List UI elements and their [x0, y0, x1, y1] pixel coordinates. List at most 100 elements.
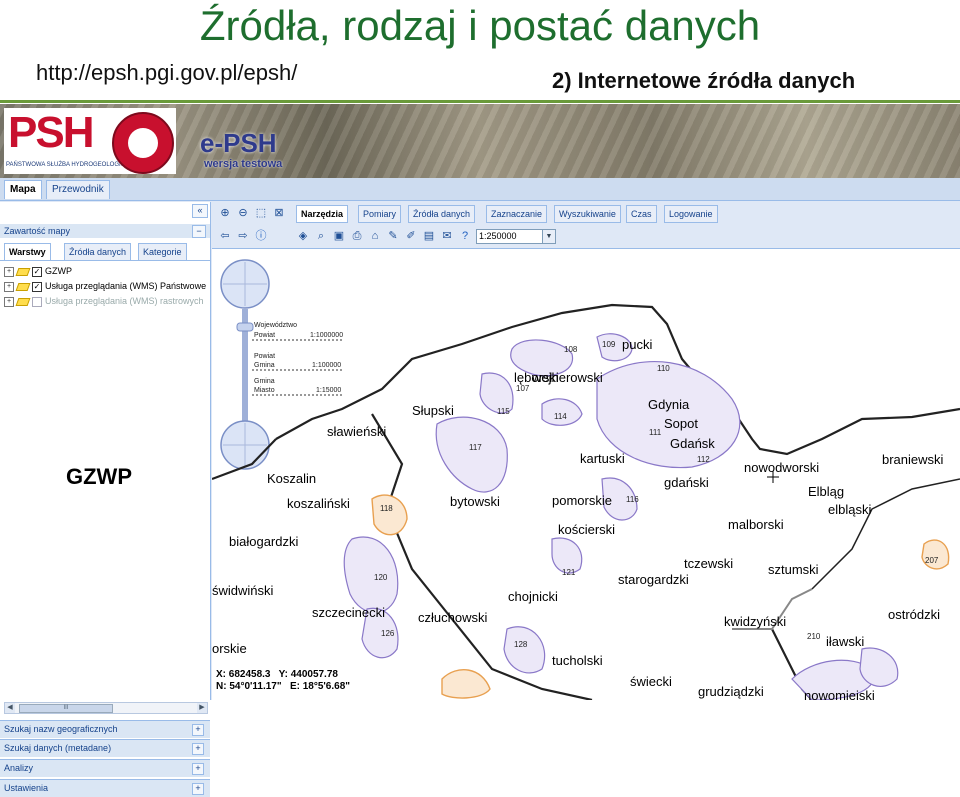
- psh-seal-icon: [112, 112, 174, 174]
- zoom-scale-label: Gmina: [254, 378, 275, 385]
- expand-icon[interactable]: +: [192, 783, 204, 795]
- expand-icon[interactable]: +: [192, 743, 204, 755]
- print-icon[interactable]: ⎙: [350, 229, 364, 243]
- tab-przewodnik[interactable]: Przewodnik: [46, 180, 110, 199]
- draw-icon[interactable]: ✎: [386, 229, 400, 243]
- basin-number: 210: [807, 632, 821, 641]
- basin-number: 207: [925, 556, 939, 565]
- legend-icon[interactable]: ▤: [422, 229, 436, 243]
- layer-item[interactable]: + ✓ GZWP: [4, 264, 72, 278]
- help-icon[interactable]: ?: [458, 229, 472, 243]
- save-icon[interactable]: ▣: [332, 229, 346, 243]
- scroll-right-icon[interactable]: ▶: [197, 703, 207, 713]
- tab-warstwy[interactable]: Warstwy: [4, 243, 51, 260]
- zoom-scale-label: 1:1000000: [310, 332, 343, 339]
- place-label: bytowski: [450, 494, 500, 509]
- slide-title: Źródła, rodzaj i postać danych: [199, 2, 761, 49]
- groundwater-basins[interactable]: [343, 333, 899, 700]
- home-icon[interactable]: ⌂: [368, 229, 382, 243]
- zoom-scale-label: Gmina: [254, 362, 275, 369]
- map-canvas[interactable]: Województwo Powiat 1:1000000 Powiat Gmin…: [212, 249, 960, 700]
- tab-mapa[interactable]: Mapa: [4, 180, 42, 199]
- layer-checkbox[interactable]: [32, 296, 42, 307]
- expand-icon[interactable]: +: [4, 266, 14, 277]
- gzwp-overlay-label: GZWP: [66, 464, 132, 489]
- accordion-label: Szukaj nazw geograficznych: [4, 724, 118, 734]
- place-label: kwidzyński: [724, 614, 786, 629]
- accordion-metadata-search[interactable]: Szukaj danych (metadane) +: [0, 739, 210, 757]
- basin-number: 128: [514, 640, 528, 649]
- search-map-icon[interactable]: ⌕: [314, 229, 328, 243]
- back-icon[interactable]: ⇦: [218, 229, 232, 243]
- info-icon[interactable]: ⓘ: [254, 229, 268, 243]
- tab-narzedzia[interactable]: Narzędzia: [296, 205, 349, 223]
- full-extent-icon[interactable]: ⊠: [272, 206, 286, 220]
- accordion-settings[interactable]: Ustawienia +: [0, 779, 210, 797]
- layer-item[interactable]: + Usługa przeglądania (WMS) rastrowych: [4, 294, 204, 308]
- tab-czas[interactable]: Czas: [626, 205, 657, 223]
- slide-subtitle: 2) Internetowe źródła danych: [552, 68, 856, 93]
- basin[interactable]: [435, 416, 508, 493]
- tab-zrodla-danych-toolbar[interactable]: Źródła danych: [408, 205, 476, 223]
- place-label: świdwiński: [212, 583, 274, 598]
- layer-label: GZWP: [45, 266, 72, 276]
- zoom-scale-label: Powiat: [254, 332, 275, 339]
- tab-kategorie[interactable]: Kategorie: [138, 243, 187, 260]
- scroll-thumb[interactable]: III: [19, 704, 113, 713]
- expand-icon[interactable]: +: [192, 724, 204, 736]
- place-label: koszaliński: [287, 496, 350, 511]
- place-label: starogardzki: [618, 572, 689, 587]
- expand-icon[interactable]: +: [4, 296, 14, 307]
- map-svg[interactable]: Województwo Powiat 1:1000000 Powiat Gmin…: [212, 249, 960, 700]
- zoom-handle[interactable]: [236, 322, 254, 332]
- slide-url: http://epsh.pgi.gov.pl/epsh/: [36, 60, 298, 85]
- zoom-scale-label: Miasto: [254, 387, 275, 394]
- app-name: e-PSH: [200, 128, 277, 158]
- zoom-box-icon[interactable]: ⬚: [254, 206, 268, 220]
- basin-number: 107: [516, 384, 530, 393]
- basin-number: 117: [469, 443, 482, 452]
- psh-logo-subtext: PAŃSTWOWA SŁUŻBA HYDROGEOLOGICZNA: [6, 162, 138, 168]
- basin-number: 114: [554, 412, 567, 421]
- chevron-down-icon[interactable]: ▼: [542, 229, 556, 244]
- accordion-geo-search[interactable]: Szukaj nazw geograficznych +: [0, 720, 210, 738]
- scroll-left-icon[interactable]: ◀: [5, 703, 15, 713]
- forward-icon[interactable]: ⇨: [236, 229, 250, 243]
- tab-wyszukiwanie[interactable]: Wyszukiwanie: [554, 205, 621, 223]
- expand-icon[interactable]: +: [4, 281, 14, 292]
- tab-logowanie[interactable]: Logowanie: [664, 205, 718, 223]
- basin[interactable]: [441, 669, 491, 699]
- place-label: świecki: [630, 674, 672, 689]
- zoom-out-icon[interactable]: ⊖: [236, 206, 250, 220]
- tab-zrodla-danych[interactable]: Źródła danych: [64, 243, 132, 260]
- scale-input[interactable]: [476, 229, 544, 244]
- layer-checkbox[interactable]: ✓: [32, 281, 42, 292]
- layers-scrollbar[interactable]: ◀ III ▶: [4, 702, 208, 714]
- coord-n: N: 54°0'11.17": [216, 681, 282, 692]
- left-panel: Zawartość mapy − Warstwy Źródła danych K…: [0, 202, 211, 797]
- place-label: Słupski: [412, 403, 454, 418]
- place-label: nowomiejski: [804, 688, 875, 700]
- place-label: sztumski: [768, 562, 819, 577]
- basin[interactable]: [503, 626, 546, 674]
- left-panel-tabs: Warstwy Źródła danych Kategorie: [0, 242, 210, 261]
- zoom-in-icon[interactable]: ⊕: [218, 206, 232, 220]
- map-toolbar: ⊕ ⊖ ⬚ ⊠ Narzędzia Pomiary Źródła danych …: [212, 202, 960, 249]
- layer-item[interactable]: + ✓ Usługa przeglądania (WMS) Państwowe: [4, 279, 206, 293]
- basin[interactable]: [859, 647, 899, 687]
- layers-icon[interactable]: ◈: [296, 229, 310, 243]
- edit-icon[interactable]: ✐: [404, 229, 418, 243]
- psh-logo[interactable]: PSH PAŃSTWOWA SŁUŻBA HYDROGEOLOGICZNA: [4, 108, 176, 174]
- layer-checkbox[interactable]: ✓: [32, 266, 42, 277]
- collapse-left-panel-button[interactable]: «: [192, 204, 208, 218]
- basin-number: 110: [657, 364, 670, 373]
- tab-zaznaczanie[interactable]: Zaznaczanie: [486, 205, 548, 223]
- email-icon[interactable]: ✉: [440, 229, 454, 243]
- basin[interactable]: [371, 494, 408, 536]
- tab-pomiary[interactable]: Pomiary: [358, 205, 402, 223]
- accordion-analysis[interactable]: Analizy +: [0, 759, 210, 777]
- collapse-contents-button[interactable]: −: [192, 225, 206, 238]
- basin[interactable]: [343, 536, 399, 614]
- expand-icon[interactable]: +: [192, 763, 204, 775]
- basin-number: 116: [626, 495, 639, 504]
